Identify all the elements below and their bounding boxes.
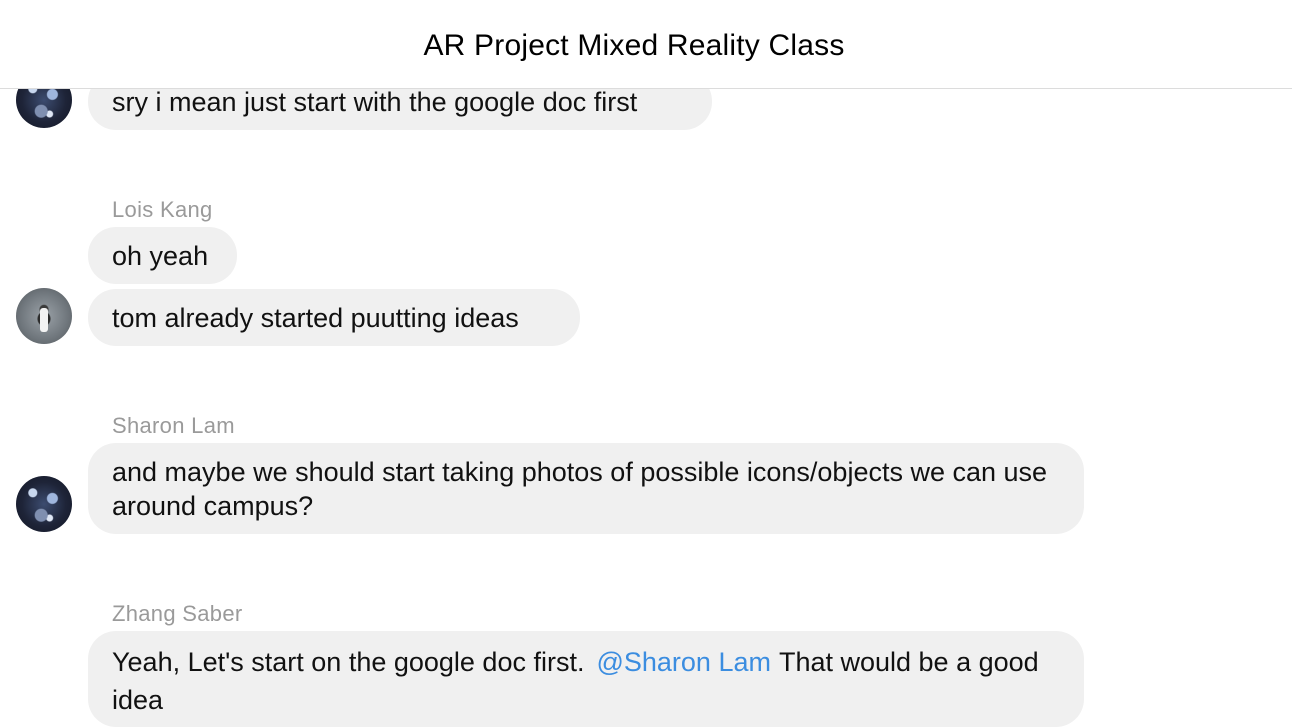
message-text: tom already started puutting ideas	[112, 302, 519, 333]
sender-name-zhang-saber: Zhang Saber	[112, 601, 243, 626]
chat-header: AR Project Mixed Reality Class	[0, 0, 1292, 89]
chat-window: AR Project Mixed Reality Class sry i mea…	[0, 0, 1292, 727]
chat-title: AR Project Mixed Reality Class	[423, 29, 845, 62]
avatar-figure	[40, 308, 48, 332]
message-bubble[interactable]: oh yeah	[88, 227, 237, 284]
message-text-before: Yeah, Let's start on the google doc firs…	[112, 647, 585, 677]
message-bubble[interactable]: and maybe we should start taking photos …	[88, 443, 1084, 534]
message-bubble[interactable]: tom already started puutting ideas	[88, 289, 580, 346]
message-bubble[interactable]: Yeah, Let's start on the google doc firs…	[88, 631, 1084, 727]
message-text: oh yeah	[112, 240, 209, 271]
mention-link-sharon-lam[interactable]: @Sharon Lam	[596, 647, 771, 677]
avatar-sharon-lam[interactable]	[16, 476, 72, 532]
sender-name-sharon-lam: Sharon Lam	[112, 413, 235, 438]
message-text: sry i mean just start with the google do…	[112, 86, 638, 117]
message-text: and maybe we should start taking photos …	[112, 457, 1048, 521]
avatar-lois-kang[interactable]	[16, 288, 72, 344]
message-list: sry i mean just start with the google do…	[0, 0, 1292, 727]
sender-name-lois-kang: Lois Kang	[112, 197, 213, 222]
